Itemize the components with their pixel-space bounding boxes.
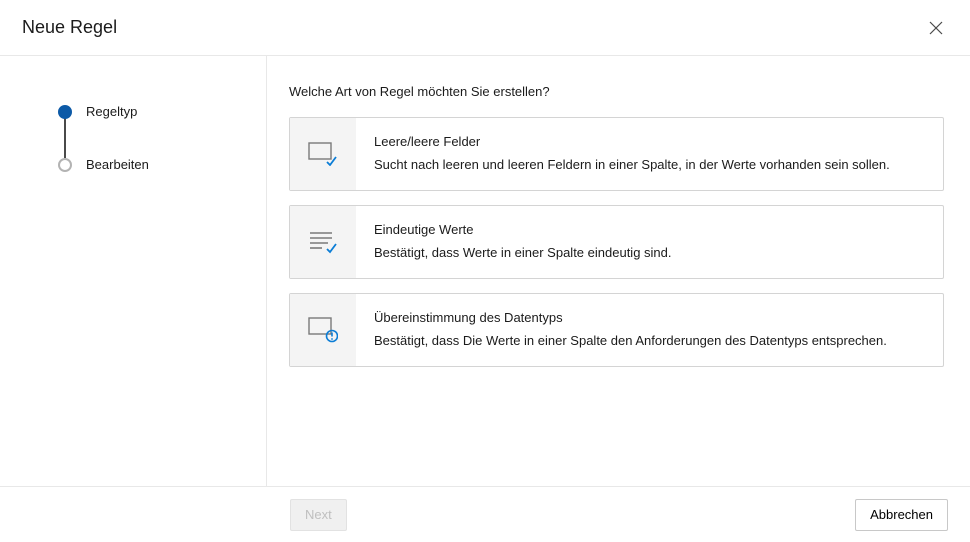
rule-options-list: Leere/leere Felder Sucht nach leeren und…: [289, 117, 944, 367]
next-button[interactable]: Next: [290, 499, 347, 531]
dialog-body: Regeltyp Bearbeiten Welche Art von Regel…: [0, 56, 970, 486]
blank-fields-icon: [290, 118, 356, 190]
unique-values-icon: [290, 206, 356, 278]
step-label: Bearbeiten: [86, 157, 149, 172]
option-title: Leere/leere Felder: [374, 134, 890, 149]
option-title: Eindeutige Werte: [374, 222, 672, 237]
step-marker-active-icon: [58, 105, 72, 119]
option-unique-values[interactable]: Eindeutige Werte Bestätigt, dass Werte i…: [289, 205, 944, 279]
question-text: Welche Art von Regel möchten Sie erstell…: [289, 84, 944, 99]
wizard-step-regeltyp[interactable]: Regeltyp: [58, 104, 266, 119]
option-desc: Sucht nach leeren und leeren Feldern in …: [374, 157, 890, 174]
dialog-title: Neue Regel: [22, 17, 117, 38]
step-label: Regeltyp: [86, 104, 137, 119]
dialog-header: Neue Regel: [0, 0, 970, 56]
option-title: Übereinstimmung des Datentyps: [374, 310, 887, 325]
option-desc: Bestätigt, dass Die Werte in einer Spalt…: [374, 333, 887, 350]
step-marker-inactive-icon: [58, 158, 72, 172]
option-desc: Bestätigt, dass Werte in einer Spalte ei…: [374, 245, 672, 262]
main-panel: Welche Art von Regel möchten Sie erstell…: [267, 56, 970, 486]
wizard-sidebar: Regeltyp Bearbeiten: [0, 56, 267, 486]
option-text: Leere/leere Felder Sucht nach leeren und…: [356, 118, 908, 190]
option-datatype-match[interactable]: Übereinstimmung des Datentyps Bestätigt,…: [289, 293, 944, 367]
close-button[interactable]: [924, 16, 948, 40]
option-text: Übereinstimmung des Datentyps Bestätigt,…: [356, 294, 905, 366]
step-connector: [64, 118, 66, 158]
wizard-step-bearbeiten[interactable]: Bearbeiten: [58, 157, 266, 172]
option-blank-fields[interactable]: Leere/leere Felder Sucht nach leeren und…: [289, 117, 944, 191]
datatype-match-icon: [290, 294, 356, 366]
cancel-button[interactable]: Abbrechen: [855, 499, 948, 531]
dialog-footer: Next Abbrechen: [0, 486, 970, 542]
option-text: Eindeutige Werte Bestätigt, dass Werte i…: [356, 206, 690, 278]
close-icon: [929, 21, 943, 35]
